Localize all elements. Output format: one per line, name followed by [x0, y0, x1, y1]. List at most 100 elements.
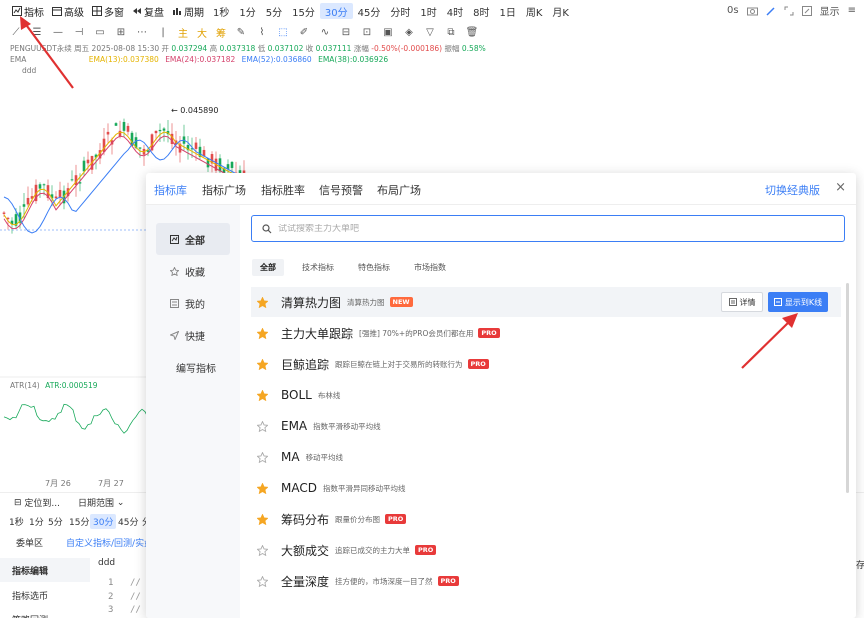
- period-5m[interactable]: 5分: [261, 3, 287, 19]
- camera-icon[interactable]: [746, 6, 758, 16]
- side-indicator-edit[interactable]: 指标编辑: [0, 558, 90, 582]
- star-outline-icon[interactable]: [257, 420, 269, 432]
- period-1d[interactable]: 1日: [494, 3, 520, 19]
- add-tool-icon[interactable]: ⊞: [115, 26, 127, 38]
- replay-button[interactable]: 复盘: [128, 2, 168, 20]
- bottom-period-45m[interactable]: 45分: [115, 514, 141, 529]
- filter-all[interactable]: 全部: [252, 259, 284, 276]
- star-filled-icon[interactable]: [257, 513, 269, 525]
- period-month[interactable]: 月K: [547, 3, 574, 19]
- display-button[interactable]: 显示: [820, 3, 840, 18]
- share-icon[interactable]: [801, 5, 812, 16]
- delete-icon[interactable]: 🗑︎: [466, 26, 479, 38]
- bottom-period-1m[interactable]: 1分: [26, 514, 47, 529]
- indicator-row[interactable]: 主力大单跟踪 [强推] 70%+的PRO会员们都在用 PRO: [251, 318, 841, 348]
- period-45m[interactable]: 45分: [353, 3, 386, 19]
- period-timeshare[interactable]: 分时: [385, 3, 415, 19]
- tab-orders[interactable]: 委单区: [16, 536, 43, 549]
- period-4h[interactable]: 4时: [442, 3, 468, 19]
- image-icon[interactable]: ▣: [382, 26, 394, 38]
- link-icon[interactable]: ⌇: [256, 26, 268, 38]
- atr-label[interactable]: ATR(14): [10, 381, 40, 390]
- period-button[interactable]: 周期: [168, 2, 208, 20]
- detail-button[interactable]: 详情: [721, 292, 763, 312]
- period-week[interactable]: 周K: [521, 3, 548, 19]
- star-filled-icon[interactable]: [257, 358, 269, 370]
- tab-indicator-winrate[interactable]: 指标胜率: [261, 182, 305, 198]
- list-scrollbar[interactable]: [846, 283, 849, 493]
- curve-icon[interactable]: ∿: [319, 26, 331, 38]
- period-1h[interactable]: 1时: [415, 3, 441, 19]
- tab-indicator-library[interactable]: 指标库: [154, 182, 187, 207]
- line-tool-icon[interactable]: ⟋: [10, 26, 22, 38]
- show-on-kline-button[interactable]: 显示到K线: [768, 292, 828, 312]
- period-8h[interactable]: 8时: [468, 3, 494, 19]
- sidebar-item-favorites[interactable]: 收藏: [156, 255, 230, 287]
- sidebar-item-all[interactable]: 全部: [156, 223, 230, 255]
- tab-signal-alert[interactable]: 信号预警: [319, 182, 363, 198]
- fullscreen-icon[interactable]: [784, 6, 794, 16]
- locate-button[interactable]: ⊟ 定位到...: [14, 496, 60, 510]
- multi-window-button[interactable]: 多窗: [88, 2, 128, 20]
- main-force-tool[interactable]: 主: [178, 26, 188, 40]
- star-outline-icon[interactable]: [257, 451, 269, 463]
- side-indicator-select[interactable]: 指标选币: [0, 583, 90, 607]
- hray-tool-icon[interactable]: ⊣: [73, 26, 85, 38]
- sidebar-item-mine[interactable]: 我的: [156, 287, 230, 319]
- measure-icon[interactable]: ⊟: [340, 26, 352, 38]
- select-icon[interactable]: ⬚: [277, 26, 289, 38]
- brush-icon[interactable]: ✐: [298, 26, 310, 38]
- save-button[interactable]: 存: [856, 558, 864, 571]
- filter-technical[interactable]: 技术指标: [294, 259, 342, 276]
- bottom-period-30m[interactable]: 30分: [90, 514, 117, 529]
- star-filled-icon[interactable]: [257, 296, 269, 308]
- more-tools-icon[interactable]: ⋯: [136, 26, 148, 38]
- bottom-period-15m[interactable]: 15分: [66, 514, 92, 529]
- code-line[interactable]: //: [130, 578, 141, 588]
- indicator-row[interactable]: MACD 指数平滑异同移动平均线: [251, 473, 841, 503]
- tab-layout-square[interactable]: 布局广场: [377, 182, 421, 198]
- star-filled-icon[interactable]: [257, 389, 269, 401]
- search-input[interactable]: [278, 223, 838, 234]
- code-line[interactable]: //: [130, 605, 141, 615]
- period-1s[interactable]: 1秒: [208, 3, 234, 19]
- indicator-row[interactable]: MA 移动平均线: [251, 442, 841, 472]
- star-filled-icon[interactable]: [257, 327, 269, 339]
- paint-icon[interactable]: ✎: [235, 26, 247, 38]
- copy-icon[interactable]: ⧉: [445, 26, 457, 38]
- big-order-tool[interactable]: 大: [197, 26, 207, 40]
- code-line[interactable]: //: [130, 592, 141, 602]
- advanced-button[interactable]: 高级: [48, 2, 88, 20]
- date-range-button[interactable]: 日期范围 ⌄: [78, 496, 124, 510]
- star-filled-icon[interactable]: [257, 482, 269, 494]
- switch-classic-link[interactable]: 切换经典版: [765, 182, 820, 198]
- rect-tool-icon[interactable]: ▭: [94, 26, 106, 38]
- lock-icon[interactable]: ⊡: [361, 26, 373, 38]
- period-1m[interactable]: 1分: [234, 3, 260, 19]
- indicator-row[interactable]: 大额成交 追踪已成交的主力大单 PRO: [251, 535, 841, 565]
- filter-icon[interactable]: ▽: [424, 26, 436, 38]
- chip-tool[interactable]: 筹: [216, 26, 226, 40]
- indicator-row[interactable]: 全量深度 挂方便的，市场深度一目了然 PRO: [251, 566, 841, 596]
- hline-tool-icon[interactable]: —: [52, 26, 64, 38]
- indicator-search[interactable]: [251, 215, 845, 242]
- period-15m[interactable]: 15分: [287, 3, 320, 19]
- pen-icon[interactable]: [766, 6, 776, 16]
- indicator-row[interactable]: BOLL 布林线: [251, 380, 841, 410]
- tab-indicator-square[interactable]: 指标广场: [202, 182, 246, 198]
- close-icon[interactable]: ×: [835, 180, 846, 195]
- filter-featured[interactable]: 特色指标: [350, 259, 398, 276]
- indicator-row[interactable]: 筹码分布 跟量价分布图 PRO: [251, 504, 841, 534]
- side-strategy-backtest[interactable]: 策略回测: [0, 607, 90, 618]
- indicator-row[interactable]: EMA 指数平滑移动平均线: [251, 411, 841, 441]
- bottom-period-5m[interactable]: 5分: [45, 514, 66, 529]
- period-30m[interactable]: 30分: [319, 3, 353, 19]
- star-outline-icon[interactable]: [257, 544, 269, 556]
- filter-market-index[interactable]: 市场指数: [406, 259, 454, 276]
- parallel-tool-icon[interactable]: ☰: [31, 26, 43, 38]
- magnet-icon[interactable]: ◈: [403, 26, 415, 38]
- sidebar-item-quick[interactable]: 快捷: [156, 319, 230, 351]
- more-icon[interactable]: ≡: [848, 5, 856, 16]
- sidebar-item-write-indicator[interactable]: 编写指标: [156, 351, 230, 383]
- bottom-period-1s[interactable]: 1秒: [6, 514, 27, 529]
